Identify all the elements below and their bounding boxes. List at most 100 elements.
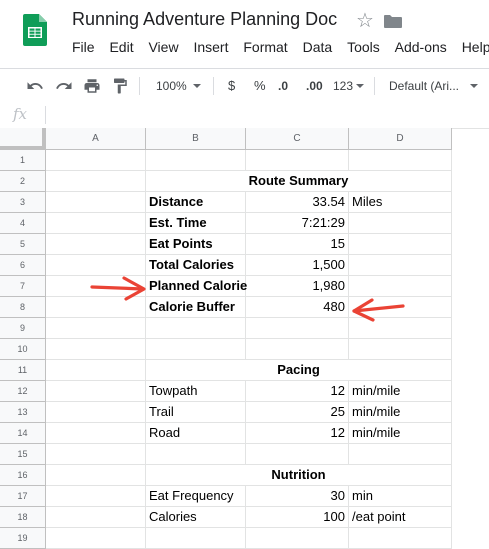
- column-header-b[interactable]: B: [146, 128, 246, 150]
- cell-a18[interactable]: [46, 507, 146, 528]
- cell-a6[interactable]: [46, 255, 146, 276]
- cell-b5[interactable]: Eat Points: [146, 234, 246, 255]
- cell-c1[interactable]: [246, 150, 349, 171]
- cell-b10[interactable]: [146, 339, 246, 360]
- cell-d7[interactable]: [349, 276, 452, 297]
- cell-d14[interactable]: min/mile: [349, 423, 452, 444]
- row-header[interactable]: 1: [0, 150, 46, 171]
- cell-b3[interactable]: Distance: [146, 192, 246, 213]
- row-header[interactable]: 7: [0, 276, 46, 297]
- cell-c15[interactable]: [246, 444, 349, 465]
- cell-c6[interactable]: 1,500: [246, 255, 349, 276]
- cell-b6[interactable]: Total Calories: [146, 255, 246, 276]
- cell-d3[interactable]: Miles: [349, 192, 452, 213]
- cell-c3[interactable]: 33.54: [246, 192, 349, 213]
- cell-d6[interactable]: [349, 255, 452, 276]
- menu-help[interactable]: Help: [462, 39, 489, 55]
- cell-b18[interactable]: Calories: [146, 507, 246, 528]
- currency-format-button[interactable]: $: [228, 69, 235, 102]
- cell-c10[interactable]: [246, 339, 349, 360]
- menu-add-ons[interactable]: Add-ons: [395, 39, 447, 55]
- row-header[interactable]: 13: [0, 402, 46, 423]
- cell-c18[interactable]: 100: [246, 507, 349, 528]
- folder-icon[interactable]: [384, 15, 402, 28]
- cell-b14[interactable]: Road: [146, 423, 246, 444]
- column-header-d[interactable]: D: [349, 128, 452, 150]
- row-header[interactable]: 6: [0, 255, 46, 276]
- row-header[interactable]: 12: [0, 381, 46, 402]
- menu-tools[interactable]: Tools: [347, 39, 380, 55]
- print-button[interactable]: [83, 69, 101, 102]
- cell-a10[interactable]: [46, 339, 146, 360]
- more-formats-button[interactable]: 123: [333, 69, 365, 102]
- cell-a13[interactable]: [46, 402, 146, 423]
- cell-a9[interactable]: [46, 318, 146, 339]
- increase-decimal-button[interactable]: .00: [306, 69, 323, 102]
- row-header[interactable]: 8: [0, 297, 46, 318]
- paint-format-button[interactable]: [111, 69, 129, 102]
- zoom-select[interactable]: 100%: [156, 69, 201, 102]
- cell-a7[interactable]: [46, 276, 146, 297]
- cell-d13[interactable]: min/mile: [349, 402, 452, 423]
- row-header[interactable]: 5: [0, 234, 46, 255]
- cell-d10[interactable]: [349, 339, 452, 360]
- menu-format[interactable]: Format: [243, 39, 287, 55]
- cell-a14[interactable]: [46, 423, 146, 444]
- menu-edit[interactable]: Edit: [109, 39, 133, 55]
- cell-c5[interactable]: 15: [246, 234, 349, 255]
- cell-a16[interactable]: [46, 465, 146, 486]
- row-header[interactable]: 11: [0, 360, 46, 381]
- cell-b7[interactable]: Planned Calorie: [146, 276, 247, 297]
- menu-data[interactable]: Data: [303, 39, 333, 55]
- cell-d1[interactable]: [349, 150, 452, 171]
- cell-d5[interactable]: [349, 234, 452, 255]
- cell-a3[interactable]: [46, 192, 146, 213]
- select-all-corner[interactable]: [0, 128, 46, 150]
- row-header[interactable]: 9: [0, 318, 46, 339]
- cell-c12[interactable]: 12: [246, 381, 349, 402]
- cell-c4[interactable]: 7:21:29: [246, 213, 349, 234]
- undo-button[interactable]: [26, 69, 44, 102]
- cell-b13[interactable]: Trail: [146, 402, 246, 423]
- row-header[interactable]: 2: [0, 171, 46, 192]
- cell-c13[interactable]: 25: [246, 402, 349, 423]
- cell-c14[interactable]: 12: [246, 423, 349, 444]
- cell-a2[interactable]: [46, 171, 146, 192]
- cell-b17[interactable]: Eat Frequency: [146, 486, 246, 507]
- cell-b4[interactable]: Est. Time: [146, 213, 246, 234]
- menu-view[interactable]: View: [148, 39, 178, 55]
- cell-c8[interactable]: 480: [246, 297, 349, 318]
- section-header[interactable]: Route Summary: [146, 171, 452, 192]
- cell-a8[interactable]: [46, 297, 146, 318]
- cell-b1[interactable]: [146, 150, 246, 171]
- cell-b12[interactable]: Towpath: [146, 381, 246, 402]
- row-header[interactable]: 4: [0, 213, 46, 234]
- cell-d4[interactable]: [349, 213, 452, 234]
- decrease-decimal-button[interactable]: .0: [278, 69, 288, 102]
- cell-d18[interactable]: /eat point: [349, 507, 452, 528]
- section-header[interactable]: Nutrition: [146, 465, 452, 486]
- cell-d12[interactable]: min/mile: [349, 381, 452, 402]
- cell-b9[interactable]: [146, 318, 246, 339]
- section-header[interactable]: Pacing: [146, 360, 452, 381]
- formula-input[interactable]: [52, 106, 482, 124]
- cell-a12[interactable]: [46, 381, 146, 402]
- row-header[interactable]: 10: [0, 339, 46, 360]
- google-sheets-logo-icon[interactable]: [23, 14, 47, 46]
- row-header[interactable]: 16: [0, 465, 46, 486]
- cell-d8[interactable]: [349, 297, 452, 318]
- cell-c9[interactable]: [246, 318, 349, 339]
- cell-a17[interactable]: [46, 486, 146, 507]
- font-family-select[interactable]: Default (Ari...: [389, 69, 479, 102]
- menu-file[interactable]: File: [72, 39, 95, 55]
- cell-a1[interactable]: [46, 150, 146, 171]
- star-icon[interactable]: ☆: [356, 8, 374, 33]
- row-header[interactable]: 17: [0, 486, 46, 507]
- row-header[interactable]: 15: [0, 444, 46, 465]
- document-title[interactable]: Running Adventure Planning Doc: [72, 9, 337, 30]
- cell-d15[interactable]: [349, 444, 452, 465]
- cell-c7[interactable]: 1,980: [246, 276, 349, 297]
- row-header[interactable]: 14: [0, 423, 46, 444]
- menu-insert[interactable]: Insert: [193, 39, 228, 55]
- cell-d9[interactable]: [349, 318, 452, 339]
